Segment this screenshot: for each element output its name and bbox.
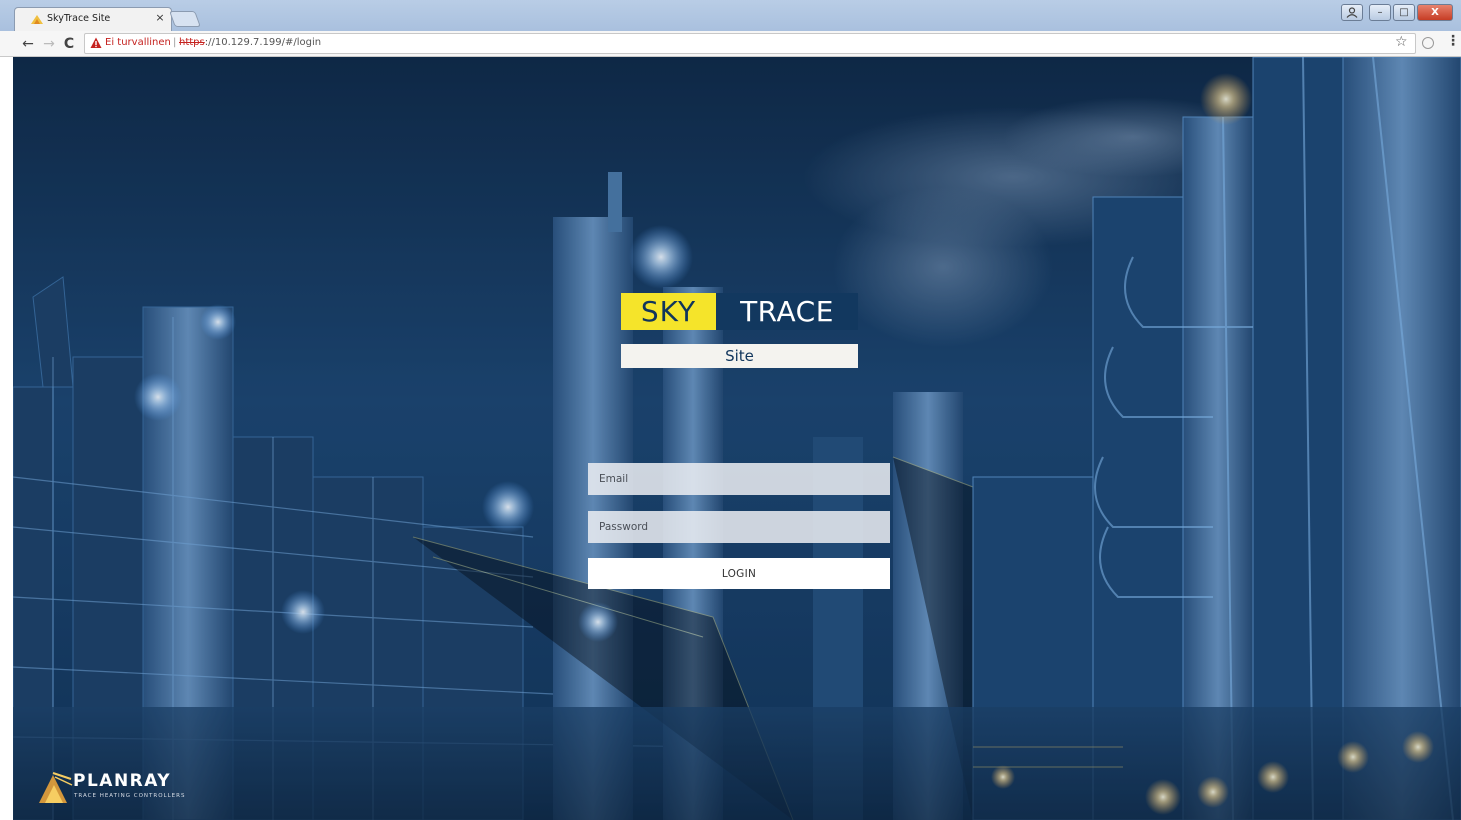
browser-toolbar: ← → C Ei turvallinen | https://10.129.7.… [0, 31, 1461, 57]
password-field[interactable] [588, 511, 890, 543]
url-scheme: https [179, 37, 205, 48]
warning-triangle-icon [90, 37, 102, 48]
not-secure-label[interactable]: Ei turvallinen [105, 37, 171, 48]
login-button[interactable]: LOGIN [588, 558, 890, 589]
email-field[interactable] [588, 463, 890, 495]
maximize-button[interactable]: □ [1393, 4, 1415, 21]
bookmark-star-icon[interactable]: ☆ [1395, 34, 1408, 50]
skytrace-logo: SKY TRACE Site [621, 293, 858, 368]
logo-subtitle: Site [621, 344, 858, 368]
address-separator: | [173, 37, 177, 48]
new-tab-button[interactable] [169, 11, 201, 27]
browser-menu-icon[interactable]: ⋮ [1446, 33, 1460, 49]
reload-icon[interactable]: C [60, 35, 78, 53]
minimize-button[interactable]: – [1369, 4, 1391, 21]
browser-chrome: SkyTrace Site × – □ X ← → C Ei turvallin… [0, 0, 1461, 57]
planray-flame-icon [31, 15, 43, 24]
page-viewport: SKY TRACE Site LOGIN PLANRAY TRACE HEATI… [13, 57, 1461, 820]
window-close-button[interactable]: X [1417, 4, 1453, 21]
brand-tagline: TRACE HEATING CONTROLLERS [74, 793, 186, 799]
address-bar[interactable]: Ei turvallinen | https://10.129.7.199/#/… [84, 33, 1416, 54]
logo-sky: SKY [621, 293, 716, 330]
browser-tab[interactable]: SkyTrace Site × [14, 7, 172, 31]
back-arrow-icon[interactable]: ← [19, 35, 37, 53]
tab-close-icon[interactable]: × [153, 11, 167, 25]
refinery-night-background [13, 57, 1461, 820]
tab-strip: SkyTrace Site × – □ X [0, 0, 1461, 31]
extension-icon[interactable] [1422, 37, 1434, 49]
planray-flame-icon [39, 772, 73, 803]
url-text: https://10.129.7.199/#/login [179, 37, 321, 48]
profile-icon[interactable] [1341, 4, 1363, 21]
logo-trace: TRACE [716, 293, 858, 330]
forward-arrow-icon[interactable]: → [40, 35, 58, 53]
url-path: ://10.129.7.199/#/login [204, 37, 322, 48]
planray-brand: PLANRAY TRACE HEATING CONTROLLERS [37, 769, 217, 809]
tab-title: SkyTrace Site [47, 13, 111, 24]
window-controls: – □ X [1341, 4, 1453, 22]
brand-name: PLANRAY [73, 771, 172, 791]
